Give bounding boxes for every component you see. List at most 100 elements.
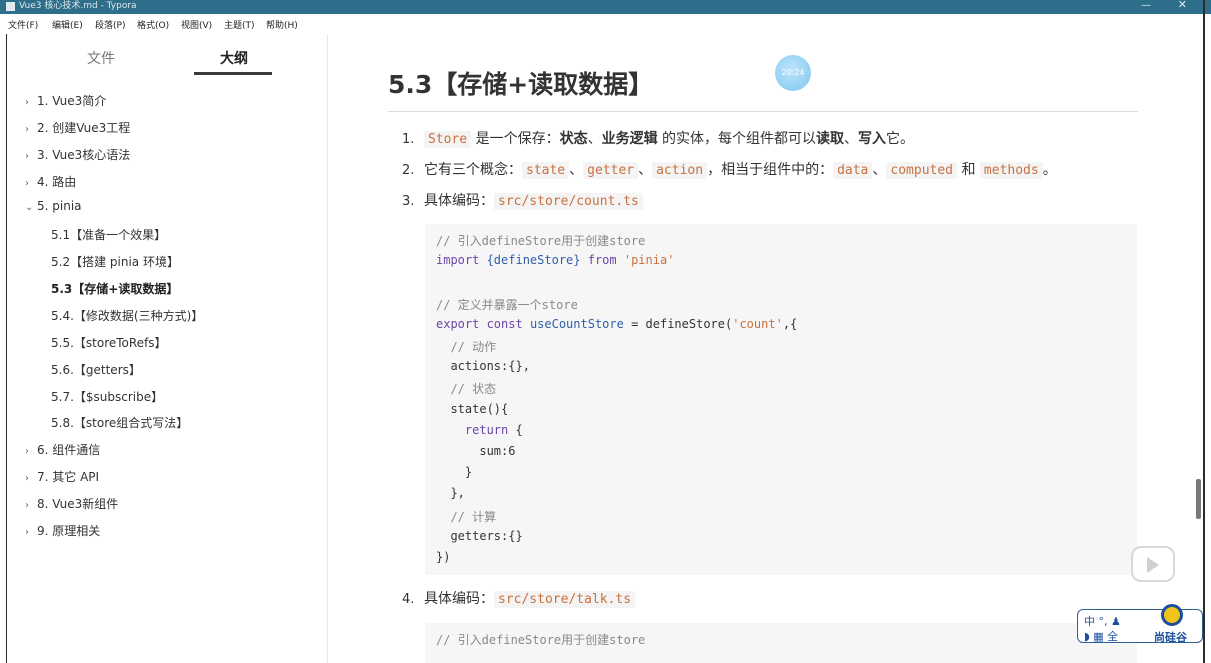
editor-area[interactable]: 5.3【存储+读取数据】 20:24 1. Store 是一个保存：状态、业务逻辑… [329,34,1203,663]
code-token: {defineStore} [486,253,581,268]
minimize-button[interactable]: — [1141,0,1151,12]
code-token: // 计算 [436,509,497,524]
code-token: 'count' [732,316,783,331]
code-token: // 引入defineStore用于创建store [436,234,646,248]
menu-view[interactable]: 视图(V) [181,18,212,31]
menu-help[interactable]: 帮助(H) [266,18,298,31]
menu-theme[interactable]: 主题(T) [224,18,255,31]
tab-outline[interactable]: 大纲 [220,48,248,68]
code-line: state(){ [436,402,508,416]
outline-item-principles[interactable]: › 9. 原理相关 [25,522,100,539]
inline-code: action [652,162,708,179]
code-token: actions:{}, [436,359,530,374]
chevron-right-icon: › [25,473,29,484]
outline-label: 1. Vue3简介 [37,94,107,108]
chevron-right-icon: › [25,527,29,538]
play-icon [1147,557,1159,573]
outline-subitem-active[interactable]: 5.3【存储+读取数据】 [51,280,178,297]
active-tab-indicator [194,72,272,75]
ime-status-line2: ◗ ▦ 全 [1084,630,1119,643]
bold-text: 写入 [858,131,887,147]
list-item-2: 2. 它有三个概念： state、 getter、 action ，相当于组件中的： dat… [402,159,1057,179]
list-item-3: 3. 具体编码： src/store/count.ts [402,190,643,210]
code-token: export [436,316,487,331]
text: 具体编码： [424,591,494,607]
outline-item-other-api[interactable]: › 7. 其它 API [25,468,99,485]
outline-subitem[interactable]: 5.1【准备一个效果】 [51,226,166,243]
outline-label: 8. Vue3新组件 [37,497,119,511]
outline-item-core-syntax[interactable]: › 3. Vue3核心语法 [25,146,130,163]
brand-label: 尚硅谷 [1154,631,1187,644]
text: 、 [872,162,887,178]
code-block-count[interactable]: // 引入defineStore用于创建store import {defineS… [425,224,1137,575]
outline-subitem[interactable]: 5.5.【storeToRefs】 [51,334,167,351]
bold-text: 业务逻辑 [601,131,658,147]
outline-subitem[interactable]: 5.4.【修改数据(三种方式)】 [51,307,203,324]
code-token: sum: [436,444,509,458]
inline-code: data [833,162,873,179]
outline-item-communication[interactable]: › 6. 组件通信 [25,441,100,458]
text: 的实体，每个组件都可以 [657,131,817,147]
code-line: getters:{} [436,528,523,543]
text: 它有三个概念： [424,162,522,178]
outline-item-router[interactable]: › 4. 路由 [25,173,76,190]
outline-subitem[interactable]: 5.8.【store组合式写法】 [51,414,188,431]
list-number: 3. [402,194,415,209]
outline-label: 3. Vue3核心语法 [37,148,131,162]
code-token: useCountStore [529,316,624,331]
outline-subitem[interactable]: 5.7.【$subscribe】 [51,388,163,405]
code-line: // 状态 [436,380,496,397]
outline-label: 7. 其它 API [37,470,100,484]
list-number: 2. [402,163,415,178]
code-line: }) [436,550,450,564]
scrollbar-thumb[interactable] [1196,479,1201,519]
close-button[interactable]: ✕ [1178,0,1187,11]
text: 。 [1042,162,1057,178]
chevron-down-icon: ⌄ [25,202,34,213]
inline-code: methods [979,162,1043,179]
outline-item-vue3-intro[interactable]: › 1. Vue3简介 [25,92,106,109]
menu-format[interactable]: 格式(O) [137,18,169,31]
chevron-right-icon: › [25,124,29,135]
code-token: state(){ [436,401,509,416]
code-block-talk[interactable]: // 引入defineStore用于创建store [425,623,1137,663]
brand-logo-icon [1161,604,1183,626]
menu-file[interactable]: 文件(F) [8,18,38,31]
text: 、 [569,162,584,178]
text: 是一个保存： [471,131,560,147]
outline-item-create-project[interactable]: › 2. 创建Vue3工程 [25,119,130,136]
title-bar: Vue3 核心技术.md - Typora — ✕ [0,0,1211,14]
text: 具体编码： [424,193,494,209]
code-line: return { [436,423,523,437]
code-token: ,{ [782,316,798,331]
outline-item-pinia[interactable]: ⌄ 5. pinia [25,199,82,213]
inline-code: getter [583,162,639,179]
code-token: }, [436,486,465,501]
code-line: export const useCountStore = defineStore… [436,317,797,331]
tab-files[interactable]: 文件 [87,48,115,68]
code-token: // 动作 [436,340,497,354]
text: 、 [638,162,653,178]
outline-subitem[interactable]: 5.6.【getters】 [51,361,141,378]
outline-item-new-components[interactable]: › 8. Vue3新组件 [25,495,118,512]
code-line: // 动作 [436,338,496,355]
code-token: } [436,465,473,480]
code-token: // 定义并暴露一个store [436,297,578,312]
ime-status-line1: 中 °, ♟ [1084,615,1121,628]
code-line: actions:{}, [436,359,530,374]
menu-edit[interactable]: 编辑(E) [52,18,83,31]
text: 、 [844,131,859,147]
code-line: import {defineStore} from 'pinia' [436,253,674,267]
ime-toolbar[interactable]: 中 °, ♟ ◗ ▦ 全 尚硅谷 [1077,604,1203,644]
outline-label: 5. pinia [37,199,82,213]
menu-paragraph[interactable]: 段落(P) [95,18,125,31]
code-token: 6 [508,444,516,458]
code-line: } [436,465,472,479]
chevron-right-icon: › [25,97,29,108]
play-button[interactable] [1131,546,1175,582]
list-item-1: 1. Store 是一个保存：状态、业务逻辑 的实体，每个组件都可以读取、写入它。 [402,128,914,148]
code-token: getters:{} [436,528,523,543]
outline-subitem[interactable]: 5.2【搭建 pinia 环境】 [51,253,179,270]
inline-code: src/store/talk.ts [494,591,636,608]
typora-app-icon [6,2,15,11]
